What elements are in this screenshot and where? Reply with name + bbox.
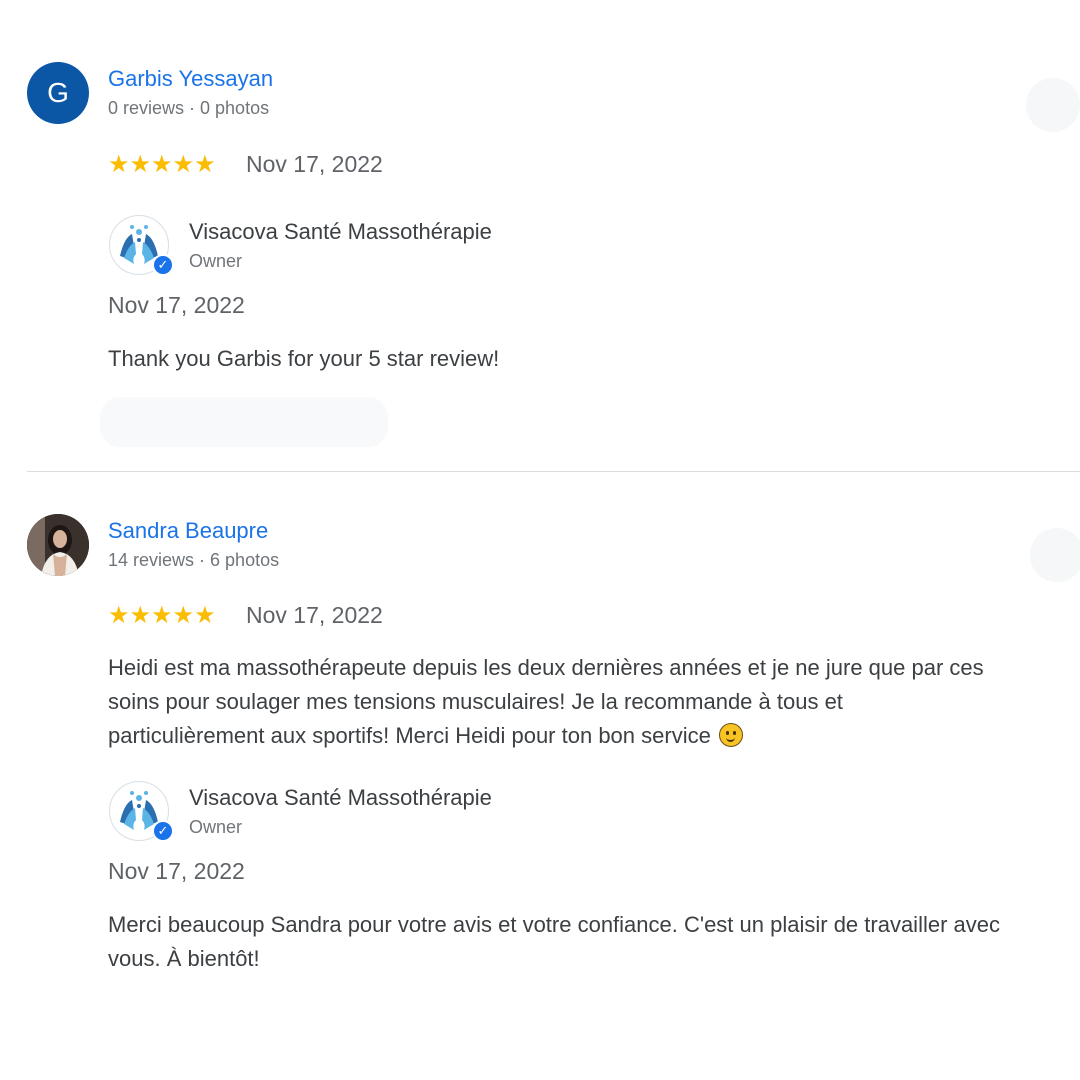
- review-text-line: particulièrement aux sportifs! Merci Hei…: [108, 719, 1080, 753]
- owner-role: Owner: [189, 251, 243, 271]
- owner-logo: ✓: [109, 215, 174, 276]
- owner-reply-line: vous. À bientôt!: [108, 946, 260, 971]
- reviewer-avatar[interactable]: G: [27, 62, 89, 124]
- owner-logo: ✓: [109, 781, 174, 842]
- owner-reply-date: Nov 17, 2022: [108, 858, 245, 884]
- more-options-button[interactable]: [1026, 78, 1080, 132]
- review-text-line: Heidi est ma massothérapeute depuis les …: [108, 655, 984, 680]
- owner-reply-text: Merci beaucoup Sandra pour votre avis et…: [108, 908, 1080, 976]
- more-options-button[interactable]: [1030, 528, 1080, 582]
- verified-icon: ✓: [152, 820, 174, 842]
- like-button[interactable]: [100, 397, 388, 447]
- owner-reply-text: Thank you Garbis for your 5 star review!: [108, 346, 500, 371]
- owner-name[interactable]: Visacova Santé Massothérapie: [189, 785, 492, 811]
- reviewer-name[interactable]: Garbis Yessayan: [108, 66, 273, 92]
- verified-icon: ✓: [152, 254, 174, 276]
- owner-role: Owner: [189, 817, 243, 837]
- review-date: Nov 17, 2022: [246, 151, 383, 177]
- owner-name[interactable]: Visacova Santé Massothérapie: [189, 219, 492, 245]
- owner-reply-date: Nov 17, 2022: [108, 292, 245, 318]
- reviewer-avatar[interactable]: [27, 514, 89, 576]
- star-rating: ★★★★★: [108, 151, 216, 178]
- profile-photo-icon: [27, 514, 89, 576]
- review-text: Heidi est ma massothérapeute depuis les …: [108, 651, 1080, 753]
- owner-reply-line: Merci beaucoup Sandra pour votre avis et…: [108, 912, 1000, 937]
- slightly-smiling-face-icon: [718, 723, 743, 747]
- reviewer-name[interactable]: Sandra Beaupre: [108, 518, 268, 544]
- review-text-line-content: particulièrement aux sportifs! Merci Hei…: [108, 723, 711, 748]
- review-card: G Garbis Yessayan 0 reviews · 0 photos ★…: [0, 0, 1080, 470]
- review-text-line: soins pour soulager mes tensions muscula…: [108, 689, 843, 714]
- review-date: Nov 17, 2022: [246, 602, 383, 628]
- reviewer-meta: 14 reviews · 6 photos: [108, 550, 280, 570]
- star-rating: ★★★★★: [108, 602, 216, 629]
- reviewer-meta: 0 reviews · 0 photos: [108, 98, 270, 118]
